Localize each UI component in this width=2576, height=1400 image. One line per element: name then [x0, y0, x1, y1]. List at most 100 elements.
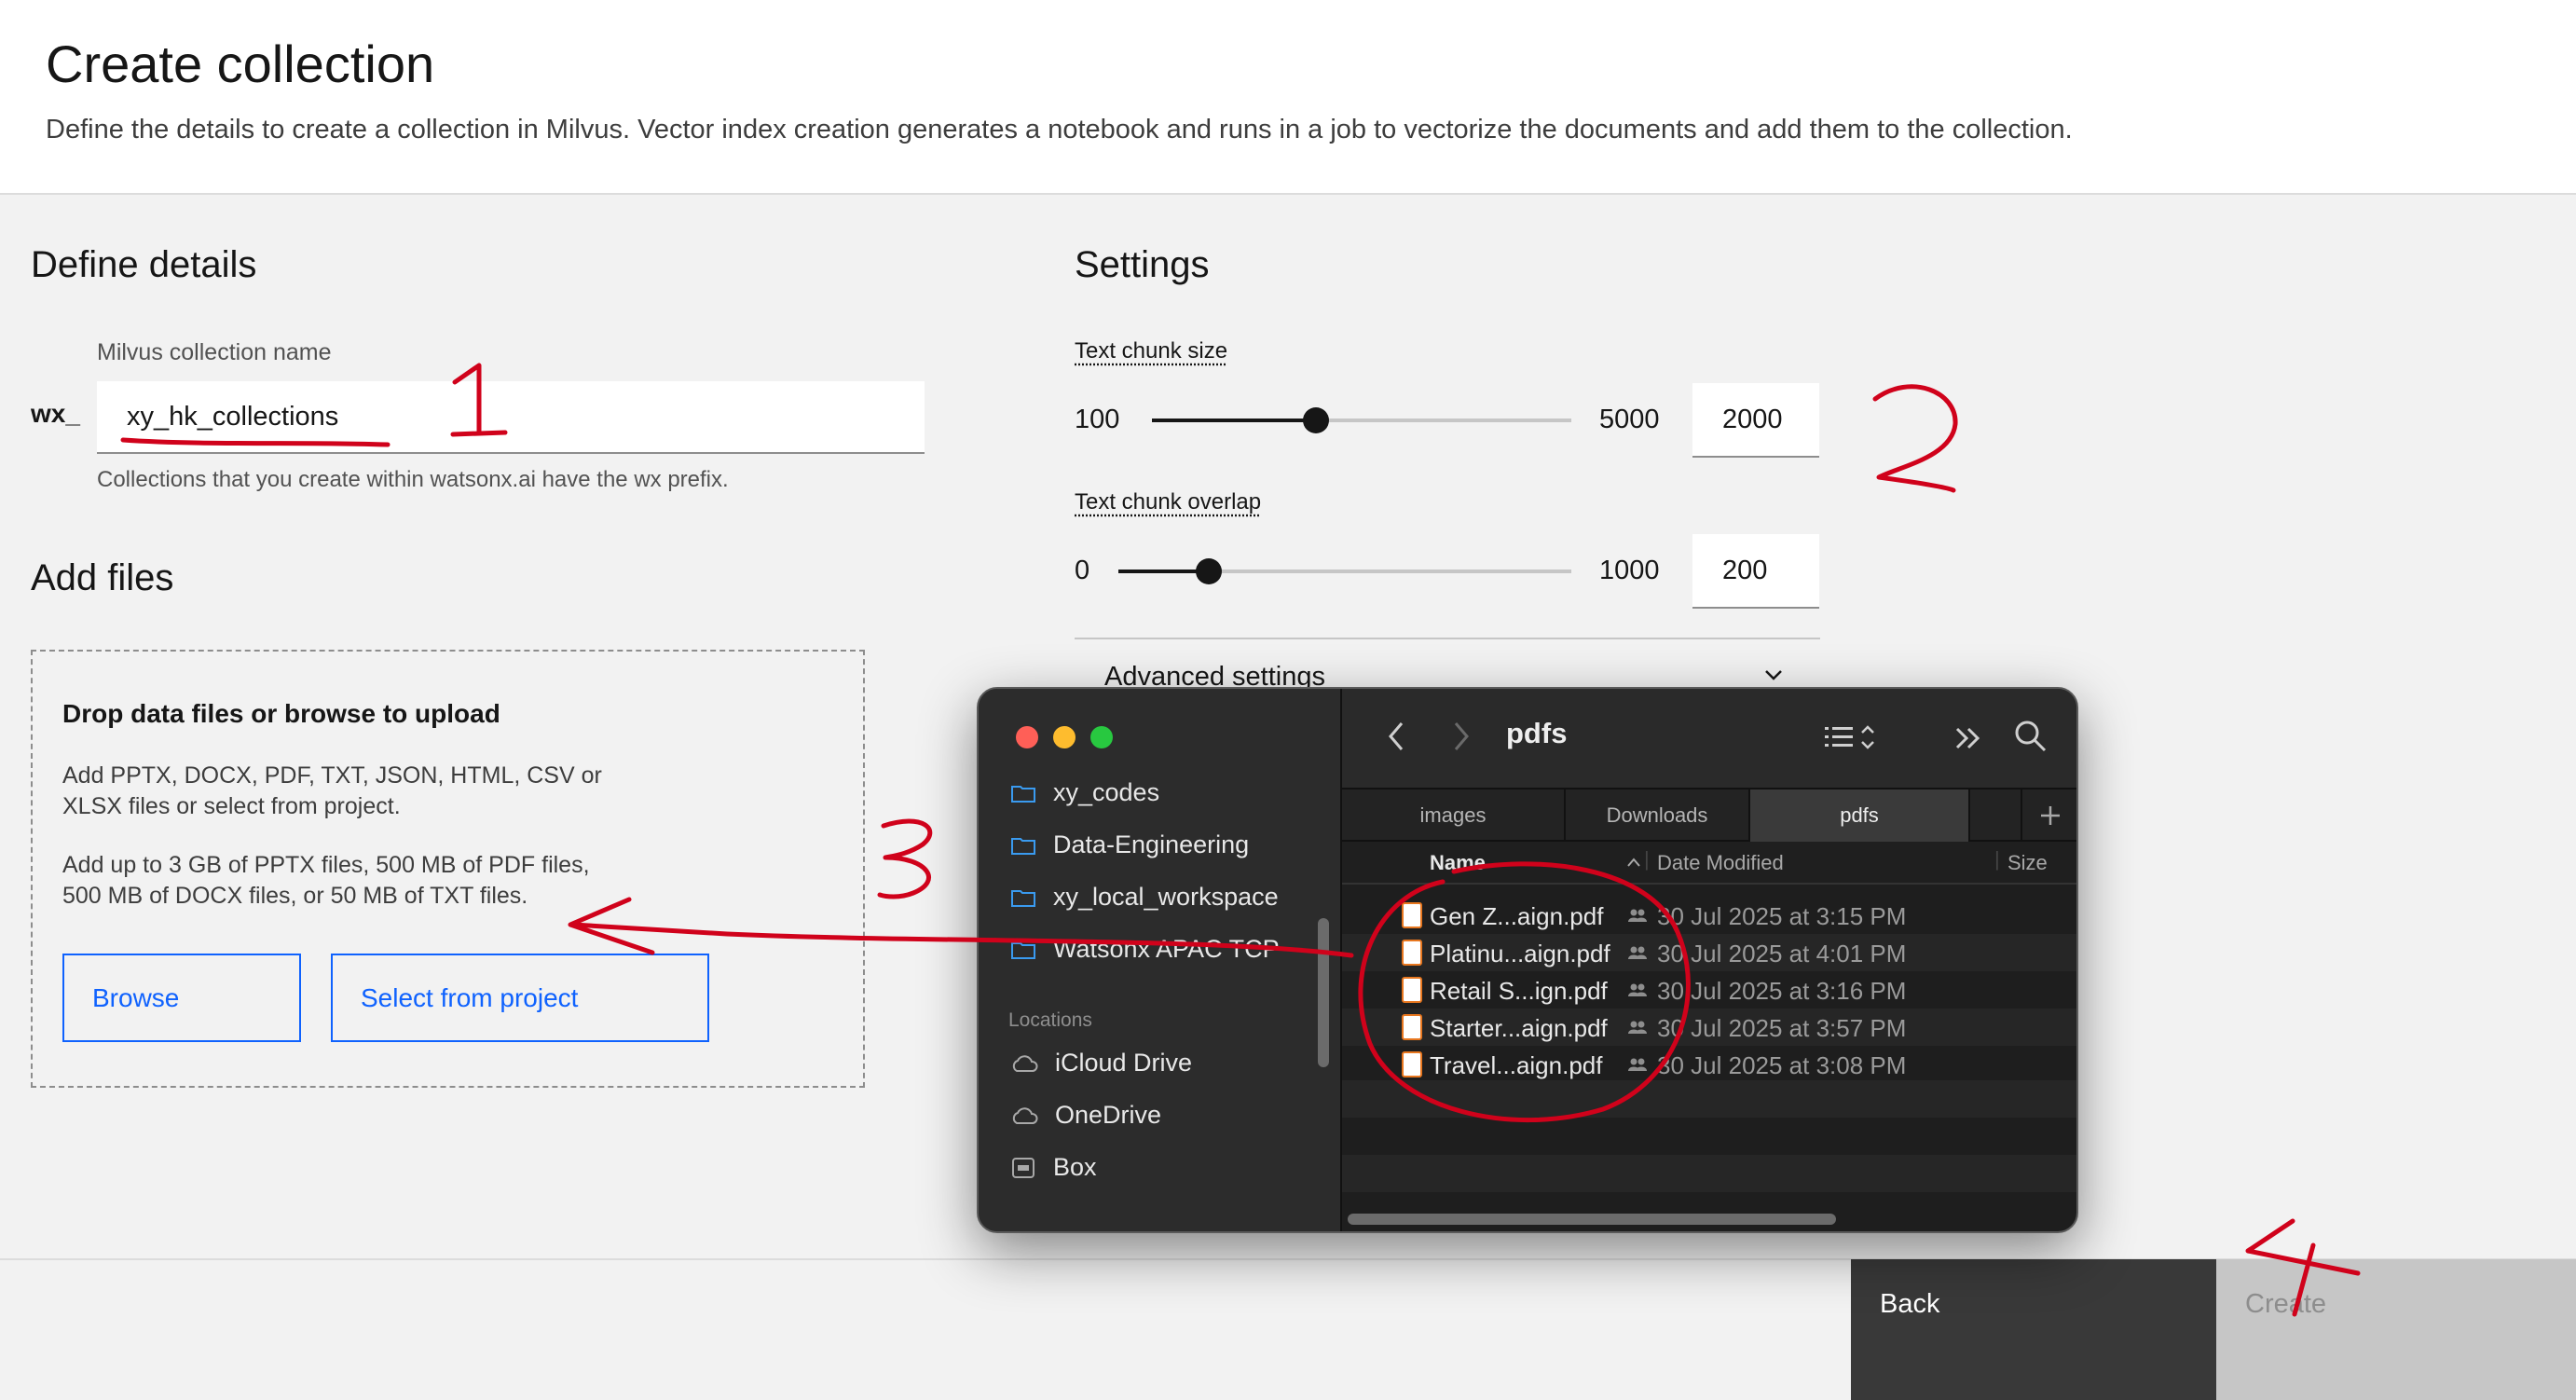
tab-pdfs[interactable]: pdfs	[1750, 789, 1970, 842]
settings-divider	[1075, 638, 1820, 639]
sidebar-scrollbar[interactable]	[1318, 918, 1329, 1067]
pdf-file-icon	[1402, 902, 1422, 928]
dropzone-text-4: 500 MB of DOCX files, or 50 MB of TXT fi…	[62, 883, 528, 909]
sidebar-item-label: iCloud Drive	[1055, 1049, 1193, 1077]
chevron-down-icon[interactable]	[1763, 667, 1784, 682]
browse-button[interactable]: Browse	[62, 954, 301, 1042]
search-icon[interactable]	[2013, 719, 2048, 754]
chunk-size-fill	[1152, 419, 1316, 422]
more-toolbar-icon[interactable]	[1953, 724, 1985, 752]
chunk-size-max: 5000	[1599, 405, 1660, 434]
folder-icon	[1011, 785, 1035, 803]
dropzone-text-2: XLSX files or select from project.	[62, 793, 401, 819]
shared-icon	[1628, 946, 1647, 959]
file-date-modified: 30 Jul 2025 at 3:08 PM	[1657, 1051, 1907, 1079]
sidebar-item-watsonx-apac-tcp[interactable]: Watsonx APAC TCP	[1010, 935, 1280, 964]
chunk-size-label: Text chunk size	[1075, 338, 1228, 364]
pdf-file-icon	[1402, 940, 1422, 966]
folder-icon	[1011, 889, 1035, 907]
page-title: Create collection	[46, 34, 435, 93]
chunk-overlap-input[interactable]: 200	[1692, 534, 1819, 609]
back-button[interactable]: Back	[1851, 1259, 2216, 1400]
cloud-icon	[1012, 1106, 1038, 1124]
back-arrow-icon[interactable]	[1387, 721, 1405, 752]
file-date-modified: 30 Jul 2025 at 4:01 PM	[1657, 940, 1907, 968]
collection-name-helper: Collections that you create within watso…	[97, 467, 729, 492]
file-name: Platinu...aign.pdf	[1430, 940, 1610, 968]
tab-images[interactable]: images	[1342, 789, 1566, 842]
chunk-size-slider-handle[interactable]	[1302, 407, 1329, 433]
maximize-window-button[interactable]	[1090, 726, 1113, 748]
settings-heading: Settings	[1075, 244, 1210, 285]
chunk-size-input[interactable]: 2000	[1692, 383, 1819, 458]
sidebar-item-label: Box	[1053, 1153, 1097, 1181]
horizontal-scrollbar[interactable]	[1348, 1214, 1836, 1225]
sidebar-item-xy-local-workspace[interactable]: xy_local_workspace	[1010, 883, 1279, 912]
shared-icon	[1628, 983, 1647, 996]
chunk-overlap-min: 0	[1075, 556, 1090, 585]
cloud-icon	[1012, 1054, 1038, 1072]
column-size[interactable]: Size	[2007, 851, 2048, 875]
collection-name-label: Milvus collection name	[97, 339, 332, 365]
file-row[interactable]: Gen Z...aign.pdf 30 Jul 2025 at 3:15 PM	[1342, 897, 2076, 934]
sidebar-item-icloud-drive[interactable]: iCloud Drive	[1010, 1049, 1192, 1077]
sort-ascending-icon[interactable]	[1625, 857, 1642, 868]
chunk-overlap-max: 1000	[1599, 556, 1660, 585]
folder-icon	[1011, 837, 1035, 855]
file-row[interactable]: Retail S...ign.pdf 30 Jul 2025 at 3:16 PM	[1342, 971, 2076, 1009]
sidebar-item-onedrive[interactable]: OneDrive	[1010, 1101, 1161, 1130]
pdf-file-icon	[1402, 977, 1422, 1003]
create-button[interactable]: Create	[2216, 1259, 2576, 1400]
minimize-window-button[interactable]	[1053, 726, 1076, 748]
file-date-modified: 30 Jul 2025 at 3:16 PM	[1657, 977, 1907, 1005]
annotation-number-2	[1872, 384, 1958, 493]
chunk-overlap-label: Text chunk overlap	[1075, 489, 1262, 515]
add-tab-icon[interactable]	[2039, 804, 2062, 827]
annotation-number-3	[877, 818, 933, 899]
dropzone-title: Drop data files or browse to upload	[62, 699, 500, 728]
empty-row	[1342, 1155, 2076, 1192]
file-row[interactable]: Platinu...aign.pdf 30 Jul 2025 at 4:01 PM	[1342, 934, 2076, 971]
shared-icon	[1628, 1058, 1647, 1071]
pdf-file-icon	[1402, 1014, 1422, 1040]
sidebar-item-label: xy_local_workspace	[1053, 883, 1279, 911]
file-row[interactable]: Starter...aign.pdf 30 Jul 2025 at 3:57 PM	[1342, 1009, 2076, 1046]
file-name: Travel...aign.pdf	[1430, 1051, 1603, 1079]
pdf-file-icon	[1402, 1051, 1422, 1077]
sidebar-item-data-engineering[interactable]: Data-Engineering	[1010, 830, 1249, 859]
sidebar-item-xy-codes[interactable]: xy_codes	[1010, 778, 1159, 807]
list-view-icon[interactable]	[1823, 722, 1879, 752]
chunk-overlap-slider-handle[interactable]	[1196, 558, 1223, 584]
tab-downloads[interactable]: Downloads	[1566, 789, 1750, 842]
dropzone-text-1: Add PPTX, DOCX, PDF, TXT, JSON, HTML, CS…	[62, 762, 602, 789]
shared-icon	[1628, 909, 1647, 922]
finder-folder-title: pdfs	[1506, 717, 1568, 749]
column-name[interactable]: Name	[1430, 851, 1486, 875]
column-date-modified[interactable]: Date Modified	[1657, 851, 1784, 875]
file-list-header: Name | Date Modified | Size	[1342, 842, 2076, 885]
sidebar-item-label: OneDrive	[1055, 1101, 1162, 1129]
finder-window: xy_codes Data-Engineering xy_local_works…	[977, 687, 2078, 1233]
forward-arrow-icon[interactable]	[1452, 721, 1471, 752]
collection-name-input[interactable]	[97, 381, 925, 454]
file-name: Gen Z...aign.pdf	[1430, 902, 1604, 930]
dropzone-text-3: Add up to 3 GB of PPTX files, 500 MB of …	[62, 852, 590, 878]
sidebar-item-label: Data-Engineering	[1053, 830, 1250, 858]
empty-row	[1342, 1080, 2076, 1118]
finder-tab-bar: images Downloads pdfs	[1342, 788, 2076, 842]
sidebar-item-box[interactable]: Box	[1010, 1153, 1097, 1182]
close-window-button[interactable]	[1016, 726, 1038, 748]
tab-spacer	[1970, 789, 2022, 842]
page-header	[0, 0, 2576, 195]
collection-prefix: wx_	[31, 399, 80, 428]
file-name: Starter...aign.pdf	[1430, 1014, 1608, 1042]
chunk-size-min: 100	[1075, 405, 1120, 434]
select-from-project-button[interactable]: Select from project	[331, 954, 709, 1042]
page-description: Define the details to create a collectio…	[46, 115, 2073, 144]
sidebar-item-label: xy_codes	[1053, 778, 1160, 806]
file-name: Retail S...ign.pdf	[1430, 977, 1608, 1005]
file-row[interactable]: Travel...aign.pdf 30 Jul 2025 at 3:08 PM	[1342, 1046, 2076, 1083]
file-date-modified: 30 Jul 2025 at 3:15 PM	[1657, 902, 1907, 930]
locations-heading: Locations	[1008, 1009, 1092, 1031]
define-details-heading: Define details	[31, 244, 257, 285]
